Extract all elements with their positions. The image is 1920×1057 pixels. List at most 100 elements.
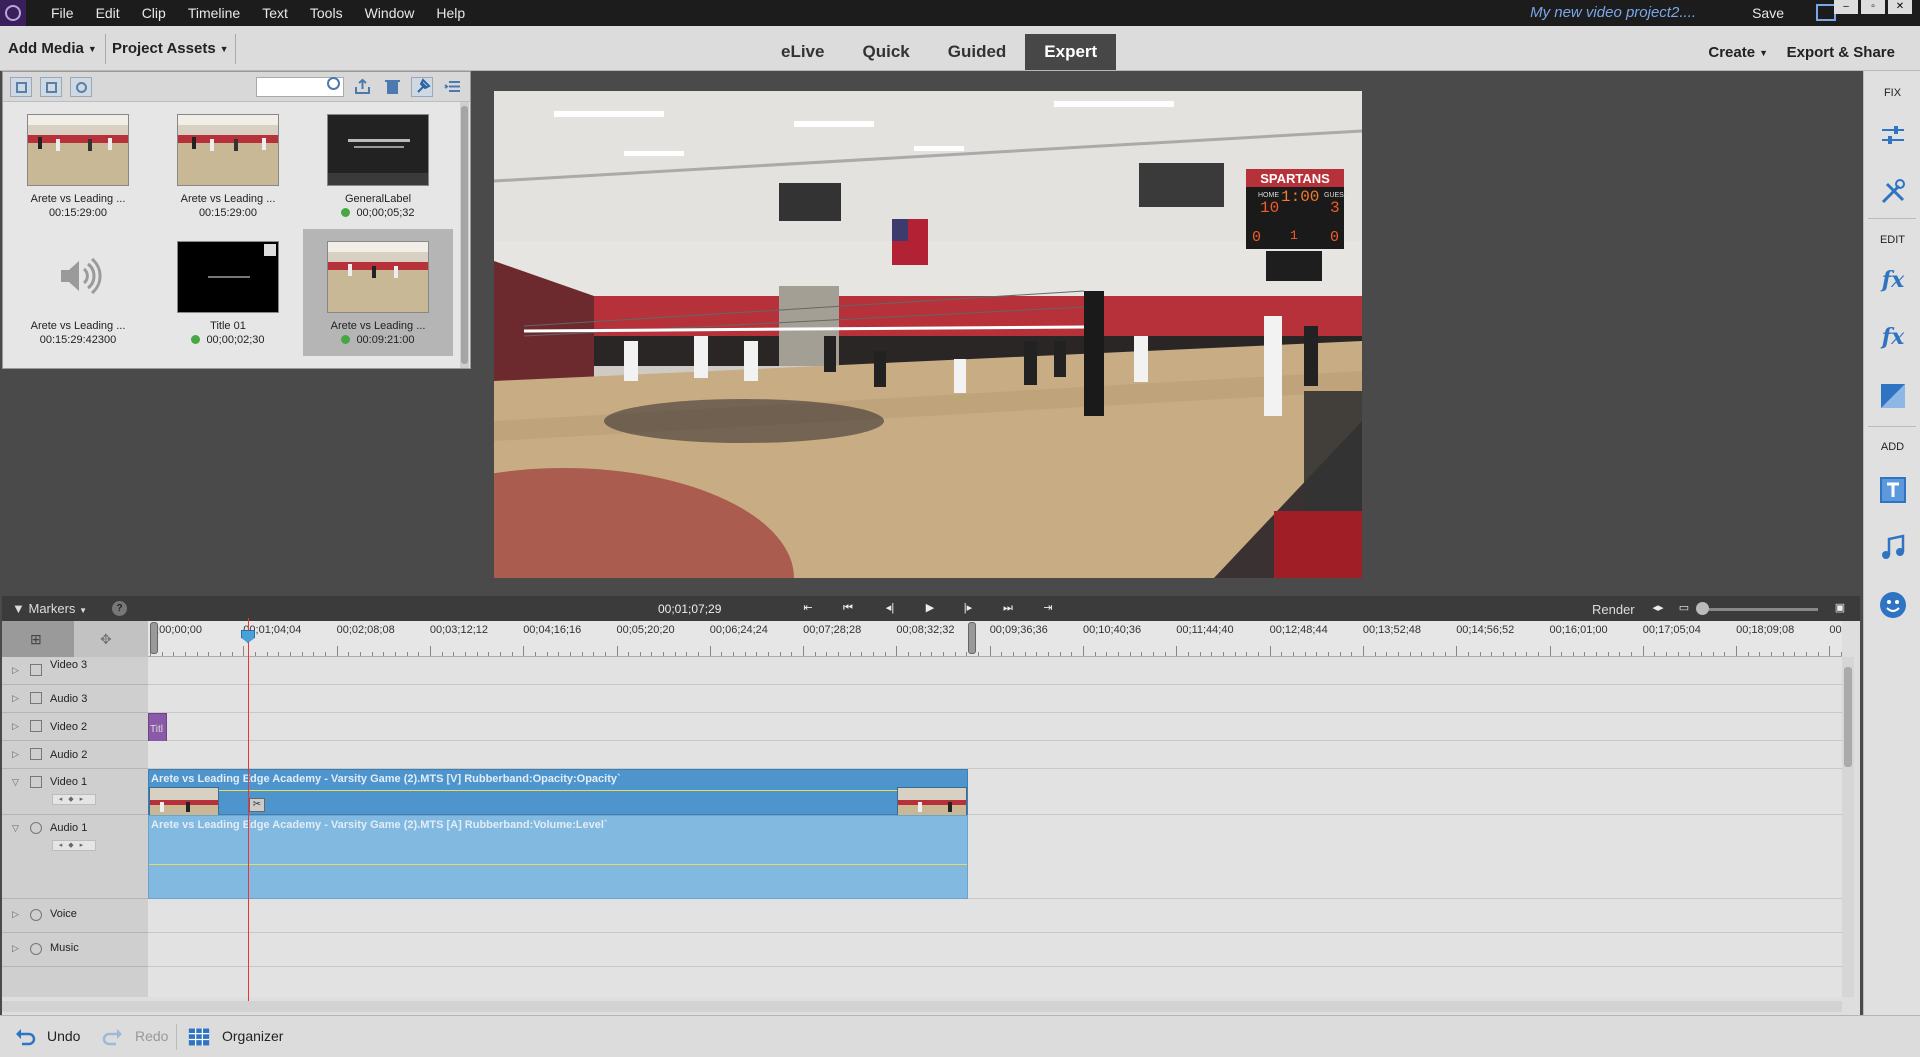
graphics-icon[interactable]: [1879, 591, 1907, 619]
play-icon[interactable]: ▶: [922, 601, 938, 616]
previous-edit-icon[interactable]: ⏮: [840, 601, 856, 616]
audio-clip[interactable]: Arete vs Leading Edge Academy - Varsity …: [148, 815, 968, 899]
tab-guided[interactable]: Guided: [929, 34, 1026, 70]
work-area-start-handle[interactable]: [150, 622, 158, 654]
playhead-line[interactable]: [248, 618, 249, 1001]
timeline-horizontal-scrollbar[interactable]: [2, 1001, 1842, 1012]
organizer-icon[interactable]: [188, 1026, 210, 1048]
go-to-start-icon[interactable]: ⇤: [800, 601, 816, 616]
asset-item[interactable]: Arete vs Leading ... 00:15:29:42300: [3, 229, 153, 356]
track-lane-audio-1[interactable]: Arete vs Leading Edge Academy - Varsity …: [148, 815, 1842, 899]
export-share-button[interactable]: Export & Share: [1787, 44, 1895, 61]
tools-icon[interactable]: [1879, 178, 1907, 206]
audio-filter-icon[interactable]: [70, 77, 92, 97]
add-media-button[interactable]: Add Media ▼: [2, 34, 103, 63]
work-area-end-handle[interactable]: [968, 622, 976, 654]
opacity-rubberband[interactable]: [149, 790, 967, 791]
expand-icon[interactable]: ▷: [12, 943, 19, 954]
music-icon[interactable]: [1879, 534, 1907, 562]
menu-window[interactable]: Window: [354, 0, 426, 26]
menu-help[interactable]: Help: [425, 0, 476, 26]
adjustments-icon[interactable]: [1879, 121, 1907, 149]
video-monitor[interactable]: SPARTANS HOME GUEST 10 1:00 3 0 1 0: [494, 91, 1362, 578]
tab-elive[interactable]: eLive: [762, 34, 843, 70]
zoom-in-icon[interactable]: ▣: [1832, 601, 1848, 616]
next-edit-icon[interactable]: ⏭: [1000, 601, 1016, 616]
transitions-icon[interactable]: [1879, 382, 1907, 410]
track-header-video-3[interactable]: ▷ Video 3: [2, 657, 148, 685]
track-header-music[interactable]: ▷ Music: [2, 933, 148, 967]
go-to-end-icon[interactable]: ⇥: [1040, 601, 1056, 616]
video-filter-icon[interactable]: [10, 77, 32, 97]
upload-icon[interactable]: [354, 78, 371, 95]
undo-button[interactable]: Undo: [47, 1028, 80, 1044]
applied-effects-icon[interactable]: fx: [1879, 266, 1907, 294]
fullscreen-icon[interactable]: [1816, 4, 1836, 21]
scissors-icon[interactable]: ✂: [249, 798, 265, 812]
track-lane-audio-2[interactable]: [148, 741, 1842, 769]
render-button[interactable]: Render: [1592, 602, 1635, 617]
expand-icon[interactable]: ▷: [12, 909, 19, 920]
titles-icon[interactable]: [1879, 476, 1907, 504]
keyframe-navigator[interactable]: ◂◆▸: [52, 794, 96, 805]
menu-icon[interactable]: [444, 78, 461, 95]
track-header-video-1[interactable]: ▽ Video 1 ◂◆▸: [2, 769, 148, 815]
menu-edit[interactable]: Edit: [85, 0, 131, 26]
asset-item[interactable]: Title 01 00;00;02;30: [153, 229, 303, 356]
menu-text[interactable]: Text: [251, 0, 299, 26]
expand-icon[interactable]: ▷: [12, 749, 19, 760]
track-lane-video-3[interactable]: [148, 657, 1842, 685]
asset-item[interactable]: Arete vs Leading ... 00:15:29:00: [153, 102, 303, 229]
create-button[interactable]: Create ▼: [1708, 44, 1768, 61]
expand-icon[interactable]: ▷: [12, 721, 19, 732]
menu-clip[interactable]: Clip: [131, 0, 177, 26]
zoom-slider-track[interactable]: [1698, 608, 1818, 611]
zoom-slider-thumb[interactable]: [1696, 602, 1709, 615]
timeline-vertical-scrollbar[interactable]: [1842, 657, 1854, 997]
pin-icon[interactable]: [411, 77, 433, 97]
search-icon[interactable]: [327, 77, 340, 90]
help-icon[interactable]: ?: [112, 601, 127, 616]
assets-scrollbar[interactable]: [460, 102, 469, 368]
menu-tools[interactable]: Tools: [299, 0, 354, 26]
track-lane-video-1[interactable]: Arete vs Leading Edge Academy - Varsity …: [148, 769, 1842, 825]
track-header-video-2[interactable]: ▷ Video 2: [2, 713, 148, 741]
redo-button[interactable]: Redo: [135, 1028, 168, 1044]
tab-quick[interactable]: Quick: [843, 34, 928, 70]
collapse-icon[interactable]: ▽: [12, 823, 19, 834]
asset-item[interactable]: GeneralLabel 00;00;05;32: [303, 102, 453, 229]
video-clip[interactable]: Arete vs Leading Edge Academy - Varsity …: [148, 769, 968, 825]
step-back-icon[interactable]: ◂|: [882, 601, 898, 616]
asset-item[interactable]: Arete vs Leading ... 00:15:29:00: [3, 102, 153, 229]
volume-rubberband[interactable]: [149, 864, 967, 865]
save-button[interactable]: Save: [1752, 0, 1784, 26]
current-timecode[interactable]: 00;01;07;29: [658, 602, 721, 616]
track-header-voice[interactable]: ▷ Voice: [2, 899, 148, 933]
close-icon[interactable]: ✕: [1888, 0, 1912, 14]
markers-dropdown[interactable]: ▼ Markers ▼: [12, 601, 87, 616]
keyframe-navigator[interactable]: ◂◆▸: [52, 840, 96, 851]
minimize-icon[interactable]: –: [1834, 0, 1858, 14]
zoom-out-icon[interactable]: ▭: [1676, 601, 1692, 616]
organizer-button[interactable]: Organizer: [222, 1028, 283, 1044]
timeline-tool-corner[interactable]: ⊞ ✥: [2, 621, 148, 657]
track-lane-video-2[interactable]: Titl: [148, 713, 1842, 745]
step-forward-icon[interactable]: |▸: [960, 601, 976, 616]
expand-icon[interactable]: ▷: [12, 665, 19, 676]
image-filter-icon[interactable]: [40, 77, 62, 97]
timeline-ruler[interactable]: 0;00;00;00 00;01;04;04 00;02;08;08 00;03;12…: [148, 621, 1842, 657]
track-lane-voice[interactable]: [148, 899, 1842, 933]
fit-timeline-icon[interactable]: ◂▸: [1650, 601, 1666, 616]
undo-icon[interactable]: [14, 1026, 36, 1048]
track-header-audio-2[interactable]: ▷ Audio 2: [2, 741, 148, 769]
effects-icon[interactable]: fx: [1879, 323, 1907, 351]
expand-icon[interactable]: ▷: [12, 693, 19, 704]
track-lane-music[interactable]: [148, 933, 1842, 967]
menu-timeline[interactable]: Timeline: [177, 0, 251, 26]
trash-icon[interactable]: [384, 78, 401, 95]
smart-mix-icon[interactable]: ✥: [100, 631, 112, 648]
tab-expert[interactable]: Expert: [1025, 34, 1117, 70]
track-lane-audio-3[interactable]: [148, 685, 1842, 713]
track-header-audio-1[interactable]: ▽ Audio 1 ◂◆▸: [2, 815, 148, 899]
restore-icon[interactable]: ▫: [1861, 0, 1885, 14]
